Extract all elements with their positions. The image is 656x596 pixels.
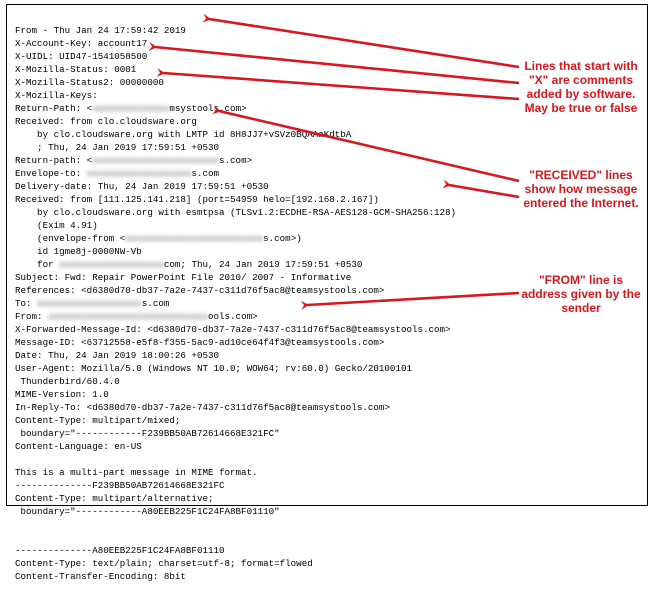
- hdr-envelope-to-pre: Envelope-to:: [15, 168, 87, 179]
- hdr-received-1-a: Received: from clo.cloudsware.org: [15, 116, 197, 127]
- hdr-message-id: Message-ID: <63712558-e5f8-f355-5ac9-ad1…: [15, 337, 384, 348]
- hdr-in-reply-to: In-Reply-To: <d6380d70-db37-7a2e-7437-c3…: [15, 402, 390, 413]
- redacted: aaaaaaaaaaaaaaaaaaaaaaa: [92, 154, 219, 167]
- redacted: aaaaaaaaaaaaaaaaaaa: [37, 297, 142, 310]
- hdr-x-mozilla-keys: X-Mozilla-Keys:: [15, 90, 98, 101]
- hdr-envelope-to-post: s.com: [191, 168, 219, 179]
- hdr-to-post: s.com: [142, 298, 170, 309]
- email-header-pane: From - Thu Jan 24 17:59:42 2019 X-Accoun…: [6, 4, 648, 506]
- redacted: aaaaaaaaaaaaaaaaaaa: [87, 167, 192, 180]
- hdr-return-path-2-post: s.com>: [219, 155, 252, 166]
- hdr-envelope-from-pre: (envelope-from <: [15, 233, 125, 244]
- callout-x-lines: Lines that start with "X" are comments a…: [519, 59, 643, 115]
- hdr-from-date: From - Thu Jan 24 17:59:42 2019: [15, 25, 186, 36]
- redacted: aaaaaaaaaaaaaaaaaaaaaaaaa: [125, 232, 263, 245]
- hdr-user-agent-a: User-Agent: Mozilla/5.0 (Windows NT 10.0…: [15, 363, 412, 374]
- hdr-content-transfer-encoding: Content-Transfer-Encoding: 8bit: [15, 571, 186, 582]
- boundary-marker-2: --------------A80EEB225F1C24FA8BF01110: [15, 545, 225, 556]
- hdr-content-type-b: Content-Type: multipart/alternative;: [15, 493, 213, 504]
- hdr-envelope-from-post: s.com>): [263, 233, 302, 244]
- hdr-received-2-a: Received: from [111.125.141.218] (port=5…: [15, 194, 379, 205]
- hdr-from-pre: From:: [15, 311, 48, 322]
- hdr-exim-id: id 1gme8j-0000NW-Vb: [15, 246, 142, 257]
- hdr-to-pre: To:: [15, 298, 37, 309]
- hdr-delivery-date: Delivery-date: Thu, 24 Jan 2019 17:59:51…: [15, 181, 269, 192]
- hdr-boundary-a: boundary="------------F239BB50AB72614668…: [15, 428, 280, 439]
- callout-from-line: "FROM" line is address given by the send…: [519, 273, 643, 315]
- hdr-received-1-c: ; Thu, 24 Jan 2019 17:59:51 +0530: [15, 142, 219, 153]
- hdr-return-path-2-pre: Return-path: <: [15, 155, 92, 166]
- hdr-x-uidl: X-UIDL: UID47-1541058500: [15, 51, 147, 62]
- hdr-x-mozilla-status: X-Mozilla-Status: 0001: [15, 64, 136, 75]
- hdr-date: Date: Thu, 24 Jan 2019 18:00:26 +0530: [15, 350, 219, 361]
- hdr-return-path-1-pre: Return-Path: <: [15, 103, 92, 114]
- redacted: aaaaaaaaaaaaaa: [92, 102, 169, 115]
- callout-received-lines: "RECEIVED" lines show how message entere…: [519, 168, 643, 210]
- hdr-received-2-c: (Exim 4.91): [15, 220, 98, 231]
- hdr-user-agent-b: Thunderbird/60.4.0: [15, 376, 120, 387]
- hdr-received-1-b: by clo.cloudsware.org with LMTP id 8H8JJ…: [15, 129, 351, 140]
- hdr-x-account-key: X-Account-Key: account17: [15, 38, 147, 49]
- hdr-received-2-b: by clo.cloudsware.org with esmtpsa (TLSv…: [15, 207, 456, 218]
- redacted: aaaaaaaaaaaaaaaaaaaaaaaaaaaaa: [48, 310, 208, 323]
- hdr-content-language: Content-Language: en-US: [15, 441, 142, 452]
- hdr-from-post: ools.com>: [208, 311, 258, 322]
- hdr-content-type-a: Content-Type: multipart/mixed;: [15, 415, 180, 426]
- hdr-return-path-1-post: msystools.com>: [169, 103, 246, 114]
- hdr-content-type-c: Content-Type: text/plain; charset=utf-8;…: [15, 558, 313, 569]
- boundary-marker-1: --------------F239BB50AB72614668E321FC: [15, 480, 225, 491]
- hdr-for-post: com; Thu, 24 Jan 2019 17:59:51 +0530: [164, 259, 362, 270]
- body-notice: This is a multi-part message in MIME for…: [15, 467, 258, 478]
- hdr-x-forwarded-message-id: X-Forwarded-Message-Id: <d6380d70-db37-7…: [15, 324, 451, 335]
- hdr-subject: Subject: Fwd: Repair PowerPoint File 201…: [15, 272, 351, 283]
- hdr-mime-version: MIME-Version: 1.0: [15, 389, 109, 400]
- redacted: aaaaaaaaaaaaaaaaaaa: [59, 258, 164, 271]
- hdr-x-mozilla-status2: X-Mozilla-Status2: 00000000: [15, 77, 164, 88]
- hdr-for-pre: for: [15, 259, 59, 270]
- hdr-references: References: <d6380d70-db37-7a2e-7437-c31…: [15, 285, 384, 296]
